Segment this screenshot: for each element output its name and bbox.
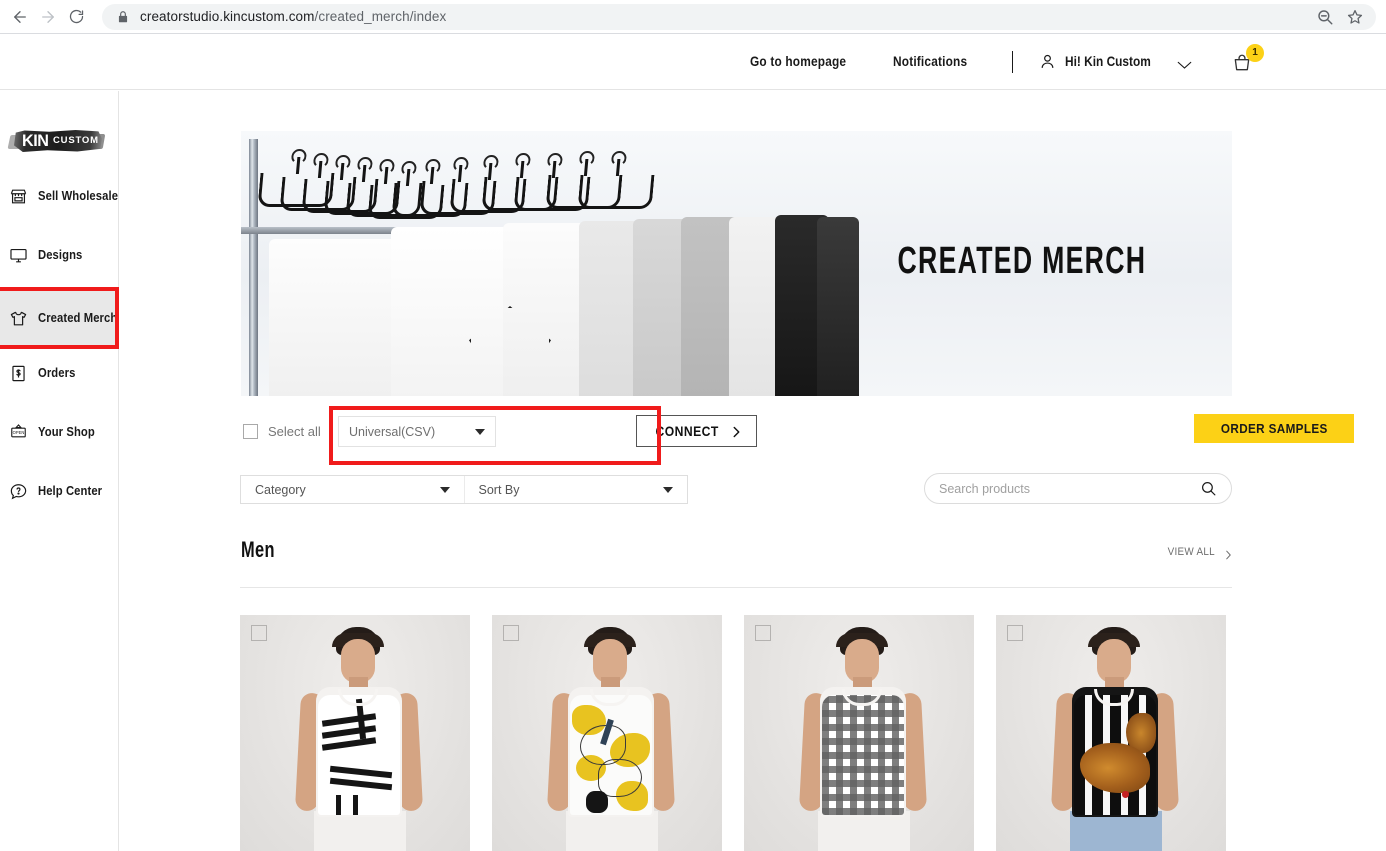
bulk-actions-row: Select all Universal(CSV) CONNECT ORDER … — [241, 406, 1354, 465]
storefront-icon — [9, 187, 28, 206]
hanger — [577, 175, 655, 209]
product-image — [996, 615, 1226, 851]
account-menu[interactable]: Hi! Kin Custom — [1039, 52, 1193, 71]
logo-custom-text: CUSTOM — [53, 135, 99, 146]
sidebar-item-sell-wholesale[interactable]: Sell Wholesale — [0, 181, 119, 211]
sidebar-item-orders[interactable]: Orders — [0, 358, 119, 388]
product-select-checkbox[interactable] — [251, 625, 267, 641]
open-sign-icon: OPEN — [9, 423, 28, 442]
category-select[interactable]: Category — [241, 476, 464, 503]
section-header: Men VIEW ALL — [240, 538, 1232, 578]
main-content: CREATED MERCH Select all Universal(CSV) … — [119, 91, 1386, 851]
chevron-down-icon[interactable] — [1177, 57, 1192, 69]
receipt-dollar-icon — [9, 364, 28, 383]
address-bar[interactable]: creatorstudio.kincustom.com/created_merc… — [102, 3, 1376, 30]
logo-kin-text: KIN — [22, 131, 49, 150]
sidebar-item-label: Orders — [38, 366, 76, 380]
view-all-link[interactable]: VIEW ALL — [1165, 546, 1232, 560]
zoom-out-icon[interactable] — [1316, 8, 1334, 26]
go-to-homepage-link[interactable]: Go to homepage — [750, 54, 846, 69]
product-card[interactable] — [996, 615, 1226, 851]
product-image — [744, 615, 974, 851]
rack-pole — [249, 139, 258, 396]
header-divider — [1011, 50, 1013, 73]
browser-toolbar: creatorstudio.kincustom.com/created_merc… — [0, 0, 1386, 33]
select-all-checkbox[interactable] — [243, 424, 258, 439]
sidebar-item-label: Your Shop — [38, 425, 95, 439]
url-host: creatorstudio.kincustom.com — [140, 9, 315, 24]
shirt-black — [817, 217, 859, 396]
sidebar-item-help-center[interactable]: Help Center — [0, 476, 119, 506]
reload-icon[interactable] — [62, 3, 90, 31]
tshirt-icon — [9, 309, 28, 328]
monitor-icon — [9, 246, 28, 265]
view-all-label: VIEW ALL — [1168, 546, 1216, 558]
section-title: Men — [241, 538, 275, 563]
export-format-select[interactable]: Universal(CSV) — [338, 416, 496, 447]
kin-custom-logo[interactable]: KIN CUSTOM — [7, 127, 106, 157]
chevron-right-icon — [732, 425, 741, 438]
connect-label: CONNECT — [655, 423, 720, 439]
account-greeting: Hi! Kin Custom — [1064, 54, 1151, 69]
shirt-white — [269, 239, 409, 396]
hero-title: CREATED MERCH — [897, 239, 1146, 282]
filter-bar: Category Sort By — [240, 475, 688, 504]
star-icon[interactable] — [1346, 8, 1364, 26]
sidebar: KIN CUSTOM Sell Wholesale Designs Create… — [0, 91, 119, 851]
url-path: /created_merch/index — [314, 9, 447, 24]
notifications-link[interactable]: Notifications — [893, 54, 967, 69]
back-icon[interactable] — [6, 3, 34, 31]
sidebar-item-your-shop[interactable]: OPEN Your Shop — [0, 417, 119, 447]
product-card[interactable] — [744, 615, 974, 851]
site-header: Go to homepage Notifications Hi! Kin Cus… — [0, 34, 1386, 90]
lock-icon — [116, 10, 130, 24]
hero-banner: CREATED MERCH — [241, 131, 1232, 396]
order-samples-label: ORDER SAMPLES — [1220, 421, 1328, 436]
chevron-down-icon — [439, 486, 450, 493]
product-card[interactable] — [240, 615, 470, 851]
search-products-input[interactable]: Search products — [924, 473, 1232, 504]
product-image — [240, 615, 470, 851]
sidebar-item-label: Help Center — [38, 484, 103, 498]
chevron-down-icon — [663, 486, 673, 493]
product-select-checkbox[interactable] — [503, 625, 519, 641]
cart-button[interactable]: 1 — [1232, 43, 1264, 76]
product-select-checkbox[interactable] — [755, 625, 771, 641]
product-select-checkbox[interactable] — [1007, 625, 1023, 641]
product-grid — [240, 615, 1235, 851]
order-samples-button[interactable]: ORDER SAMPLES — [1194, 414, 1354, 443]
sort-by-label: Sort By — [478, 482, 520, 497]
sort-by-select[interactable]: Sort By — [465, 476, 688, 503]
connect-button[interactable]: CONNECT — [636, 415, 757, 447]
export-format-value: Universal(CSV) — [349, 424, 436, 439]
chevron-right-icon — [1225, 547, 1232, 560]
section-divider — [240, 587, 1232, 588]
forward-icon[interactable] — [34, 3, 62, 31]
sidebar-item-created-merch[interactable]: Created Merch — [0, 289, 119, 347]
search-placeholder: Search products — [939, 481, 1031, 496]
product-image — [492, 615, 722, 851]
cart-count-badge: 1 — [1246, 43, 1264, 62]
select-all-control[interactable]: Select all — [243, 424, 321, 439]
select-all-label: Select all — [268, 424, 321, 439]
product-card[interactable] — [492, 615, 722, 851]
sidebar-item-designs[interactable]: Designs — [0, 240, 119, 270]
question-circle-icon — [9, 482, 28, 501]
sidebar-item-label: Designs — [38, 248, 83, 262]
svg-text:OPEN: OPEN — [13, 430, 25, 435]
search-icon[interactable] — [1200, 480, 1217, 497]
url-text: creatorstudio.kincustom.com/created_merc… — [140, 9, 446, 24]
person-icon — [1039, 52, 1056, 71]
sidebar-item-label: Sell Wholesale — [38, 189, 119, 203]
sidebar-item-label: Created Merch — [38, 311, 118, 325]
category-label: Category — [255, 482, 306, 497]
chevron-down-icon — [475, 428, 485, 435]
